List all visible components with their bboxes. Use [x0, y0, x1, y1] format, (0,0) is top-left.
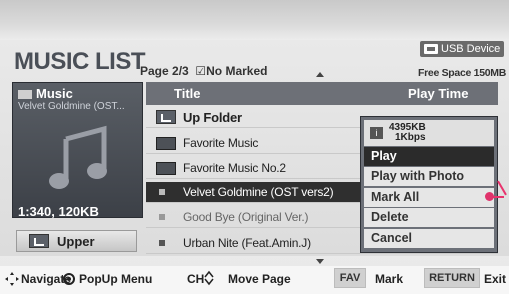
track-bullet-icon — [159, 240, 165, 246]
list-item-label: Favorite Music No.2 — [183, 161, 286, 175]
column-play-time: Play Time — [408, 86, 469, 101]
column-title: Title — [174, 86, 201, 101]
music-note-icon — [18, 90, 32, 100]
marked-status: ☑No Marked — [195, 64, 268, 78]
list-item-label: Urban Nite (Feat.Amin.J) — [183, 236, 311, 250]
music-list-screen: MUSIC LIST Page 2/3 ☑No Marked USB Devic… — [0, 0, 509, 294]
usb-label: USB Device — [441, 43, 501, 55]
scroll-up-icon[interactable] — [316, 72, 324, 77]
channel-updown-icon — [203, 270, 215, 286]
top-band — [0, 0, 509, 40]
popup-info: i 4395KB 1Kbps — [364, 120, 494, 146]
popup-item-cancel[interactable]: Cancel — [364, 229, 494, 248]
return-key[interactable]: RETURN — [424, 268, 480, 288]
mark-label: Mark — [375, 272, 404, 286]
popup-item-play[interactable]: Play — [364, 147, 494, 166]
page-number: Page 2/3 — [140, 64, 189, 78]
move-page-label: Move Page — [228, 272, 291, 286]
ch-label: CH — [187, 272, 205, 286]
list-header: Title Play Time — [146, 82, 498, 105]
usb-icon — [424, 44, 438, 54]
annotation-dot — [485, 192, 494, 201]
back-folder-icon — [29, 234, 49, 248]
info-icon: i — [370, 127, 383, 139]
free-space: Free Space 150MB — [418, 67, 506, 79]
preview-category: Music — [36, 86, 73, 101]
page-title: MUSIC LIST — [14, 48, 146, 75]
popup-menu-label: PopUp Menu — [79, 272, 153, 286]
folder-icon — [156, 161, 176, 175]
list-item-label: Good Bye (Original Ver.) — [183, 210, 309, 224]
popup-item-mark-all[interactable]: Mark All — [364, 188, 494, 207]
list-item-label: Favorite Music — [183, 136, 259, 150]
ok-button-icon — [63, 273, 75, 285]
track-bullet-icon — [159, 214, 165, 220]
usb-device-badge: USB Device — [420, 41, 504, 57]
list-item-label: Velvet Goldmine (OST vers2) — [183, 185, 334, 199]
page-indicator: Page 2/3 ☑No Marked — [140, 64, 267, 78]
scroll-down-icon[interactable] — [316, 259, 324, 264]
preview-title: Music — [18, 86, 73, 101]
popup-item-delete[interactable]: Delete — [364, 208, 494, 227]
music-note-icon — [12, 116, 143, 200]
track-bullet-icon — [159, 189, 165, 195]
folder-icon — [156, 136, 176, 150]
upper-button[interactable]: Upper — [16, 230, 137, 252]
bitrate: 1Kbps — [395, 132, 426, 143]
exit-label: Exit — [484, 272, 507, 286]
fav-key[interactable]: FAV — [334, 268, 366, 288]
up-folder-icon — [156, 110, 176, 124]
upper-label: Upper — [57, 233, 95, 249]
preview-duration-size: 1:340, 120KB — [18, 204, 99, 219]
file-info: 4395KB 1Kbps — [389, 123, 426, 143]
navigate-arrows-icon — [4, 271, 20, 290]
popup-item-play-with-photo[interactable]: Play with Photo — [364, 167, 494, 186]
preview-track-name: Velvet Goldmine (OST... — [18, 101, 125, 112]
list-item-label: Up Folder — [183, 109, 242, 125]
